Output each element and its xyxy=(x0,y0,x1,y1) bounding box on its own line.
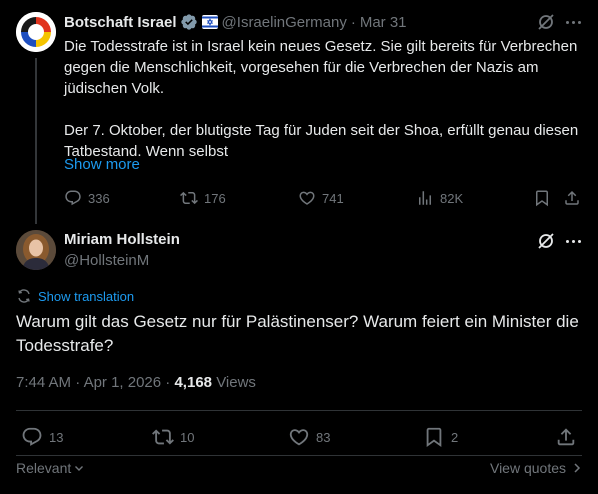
bookmark-count: 2 xyxy=(451,429,459,445)
heart-icon xyxy=(289,429,309,446)
bookmark-button[interactable]: 2 xyxy=(423,425,458,449)
show-more-link[interactable]: Show more xyxy=(64,156,140,173)
parent-paragraph-1: Die Todesstrafe ist in Israel kein neues… xyxy=(64,38,578,97)
repost-count: 10 xyxy=(180,429,195,445)
reply-count: 13 xyxy=(49,429,64,445)
tweet-text: Warum gilt das Gesetz nur für Palästinen… xyxy=(16,312,579,355)
chevron-right-icon xyxy=(574,463,581,473)
tweet-views-count: 4,168 xyxy=(174,374,213,391)
reply-icon xyxy=(65,190,81,206)
embassy-avatar[interactable] xyxy=(16,12,56,52)
tweet-action-bar: 13 10 83 2 xyxy=(16,425,582,449)
share-button[interactable] xyxy=(555,425,577,449)
repost-button[interactable]: 10 xyxy=(152,425,194,449)
show-translation-link[interactable]: Show translation xyxy=(16,288,134,304)
like-button[interactable]: 83 xyxy=(288,425,330,449)
parent-tweet-text: Die Todesstrafe ist in Israel kein neues… xyxy=(64,36,584,162)
repost-icon xyxy=(152,429,174,445)
israel-flag-icon xyxy=(201,15,218,29)
sort-label: Relevant xyxy=(16,460,72,476)
more-options-icon[interactable] xyxy=(566,21,581,24)
parent-action-bar: 336 176 741 82K xyxy=(64,188,584,208)
analytics-icon xyxy=(419,191,431,205)
grok-icon[interactable] xyxy=(536,231,556,251)
view-quotes-label: View quotes xyxy=(489,460,566,476)
share-icon xyxy=(557,428,575,446)
bookmark-button[interactable] xyxy=(533,188,551,208)
tweet-time[interactable]: 7:44 AM xyxy=(16,374,71,391)
share-icon xyxy=(565,190,579,205)
repost-button[interactable]: 176 xyxy=(180,188,226,208)
meta-separator-2: · xyxy=(165,374,171,391)
like-count: 741 xyxy=(322,190,344,206)
header-separator: · xyxy=(350,13,356,31)
bookmark-icon xyxy=(536,190,548,207)
thread-connector-line xyxy=(35,58,37,224)
parent-paragraph-2: Der 7. Oktober, der blutigste Tag für Ju… xyxy=(64,122,579,160)
repost-icon xyxy=(180,191,198,205)
meta-separator: · xyxy=(75,374,81,391)
verified-badge-icon[interactable] xyxy=(180,13,198,31)
parent-display-name[interactable]: Botschaft Israel xyxy=(64,14,177,31)
miriam-avatar[interactable] xyxy=(16,230,56,270)
tweet-views-label: Views xyxy=(216,374,256,391)
chevron-down-icon xyxy=(75,466,84,471)
divider xyxy=(16,455,582,456)
tweet-date[interactable]: Apr 1, 2026 xyxy=(84,374,162,391)
parent-date[interactable]: Mar 31 xyxy=(360,14,407,31)
like-button[interactable]: 741 xyxy=(298,188,344,208)
parent-handle[interactable]: @IsraelinGermany xyxy=(222,14,347,31)
author-display-name[interactable]: Miriam Hollstein xyxy=(64,231,180,248)
views-button[interactable]: 82K xyxy=(416,188,463,208)
bookmark-icon xyxy=(426,427,442,448)
reply-button[interactable]: 336 xyxy=(64,188,110,208)
grok-icon[interactable] xyxy=(536,12,556,32)
repost-count: 176 xyxy=(204,190,226,206)
heart-icon xyxy=(299,191,315,205)
view-quotes-link[interactable]: View quotes xyxy=(490,460,582,476)
more-options-icon[interactable] xyxy=(566,240,581,243)
sort-dropdown[interactable]: Relevant xyxy=(16,460,85,476)
show-translation-label[interactable]: Show translation xyxy=(38,289,134,304)
share-button[interactable] xyxy=(563,188,581,208)
translate-icon xyxy=(18,289,30,303)
like-count: 83 xyxy=(316,429,331,445)
reply-icon xyxy=(22,427,42,446)
views-count: 82K xyxy=(440,190,464,206)
author-handle[interactable]: @HollsteinM xyxy=(64,252,149,269)
reply-button[interactable]: 13 xyxy=(21,425,63,449)
divider xyxy=(16,410,582,411)
reply-count: 336 xyxy=(88,190,110,206)
parent-tweet-header: Botschaft Israel @IsraelinGermany · Mar … xyxy=(64,12,407,32)
tweet-metadata: 7:44 AM · Apr 1, 2026 · 4,168 Views xyxy=(16,374,256,391)
